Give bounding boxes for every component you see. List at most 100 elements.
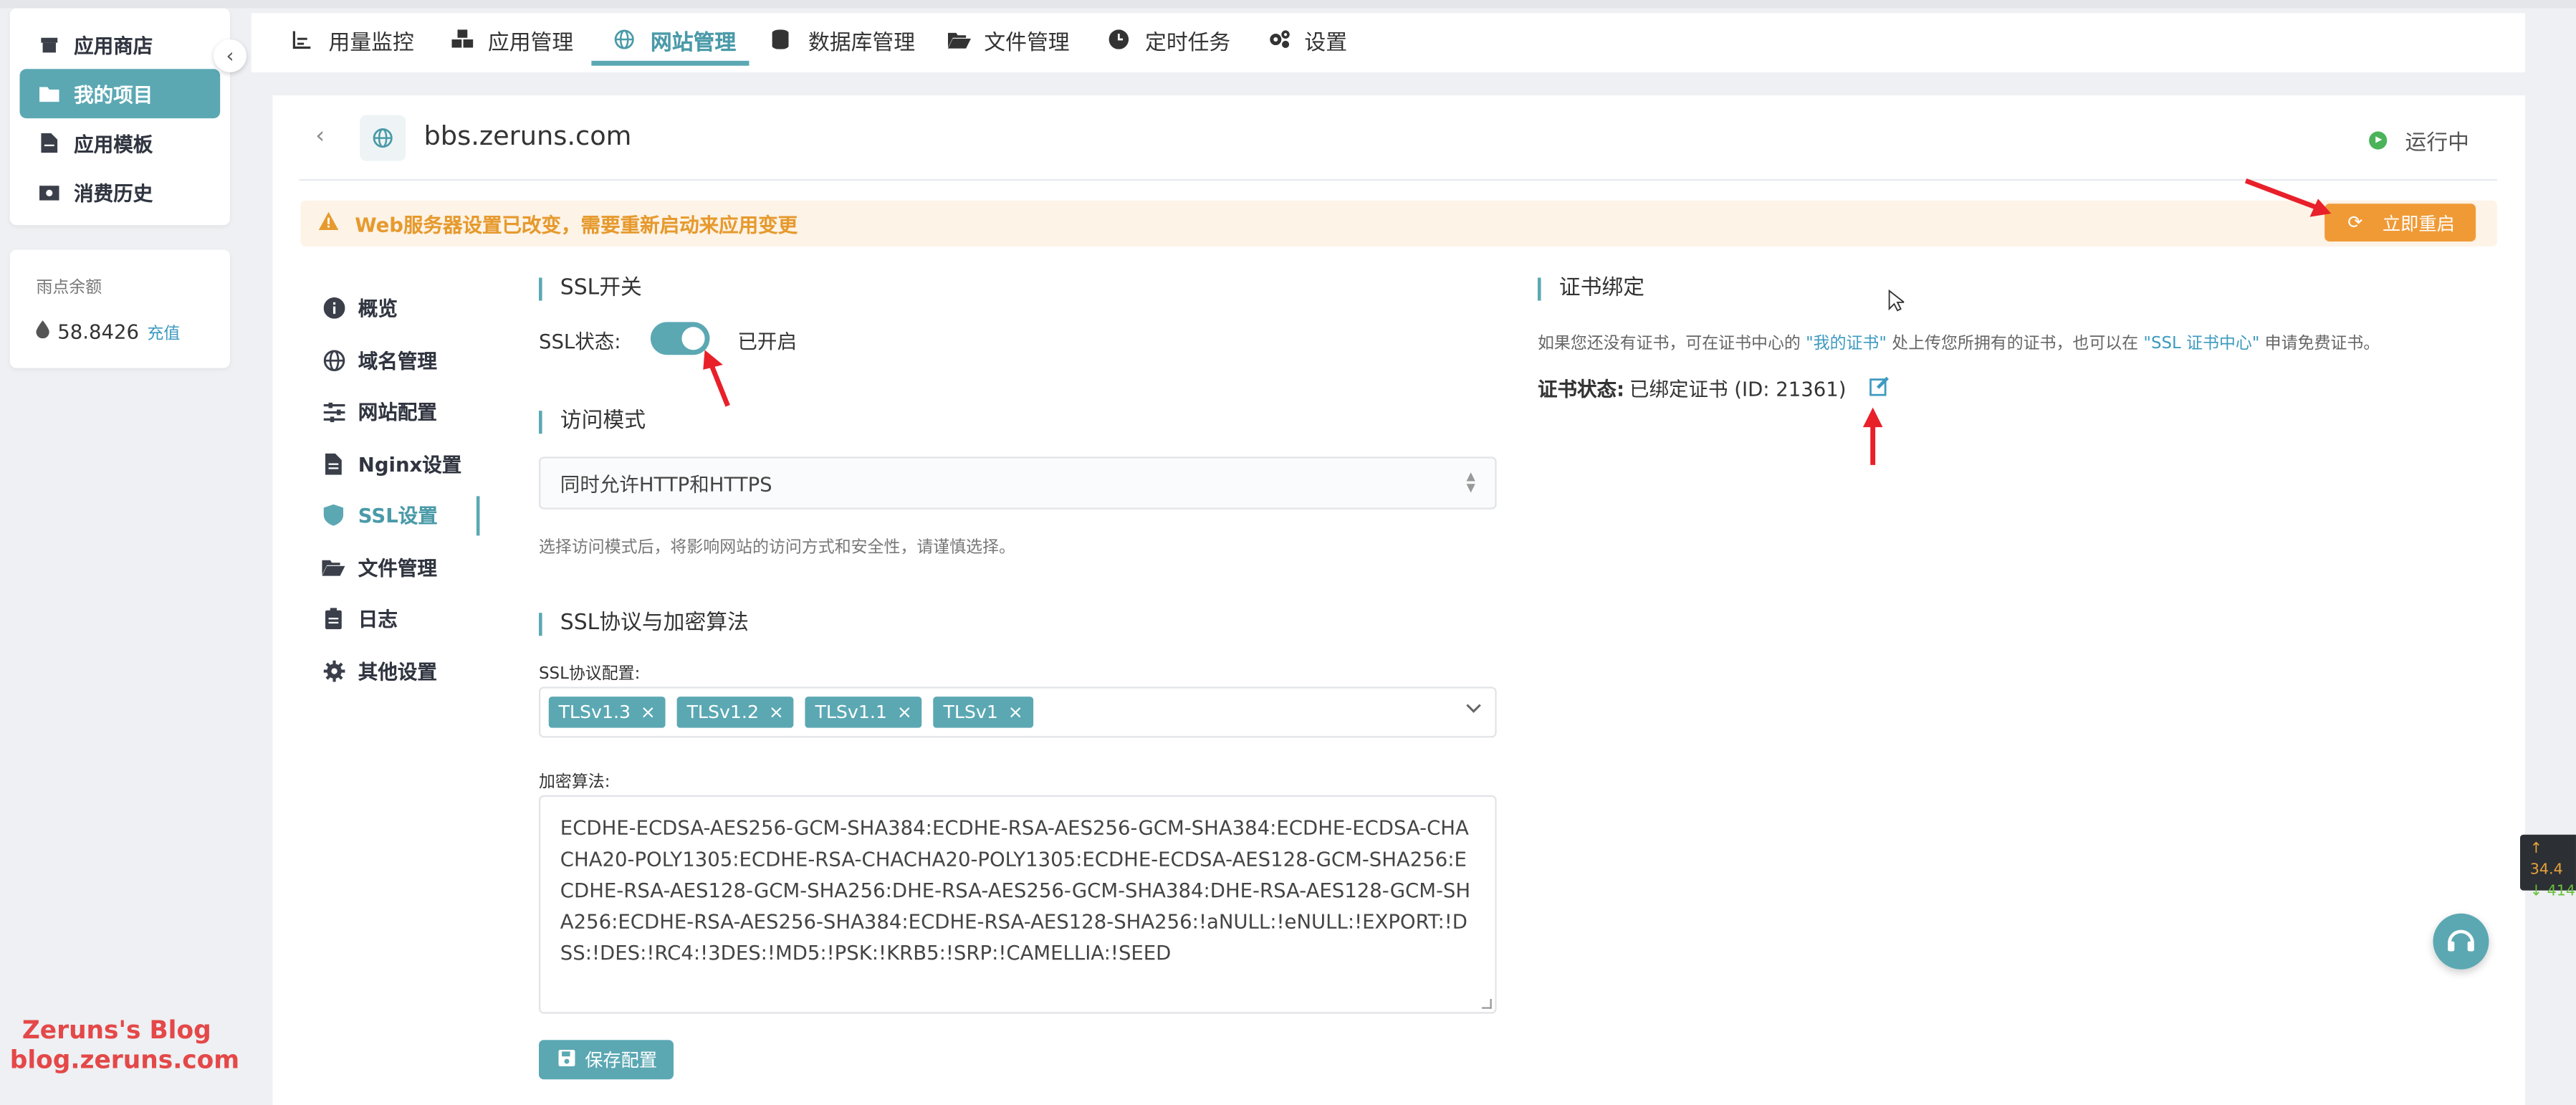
top-tab-bar: 用量监控 应用管理 网站管理 数据库管理 文件管理 定时任务 设置 [251, 13, 2525, 72]
protocol-tag: TLSv1.3 × [548, 697, 666, 728]
download-speed: ↓ 414 [2529, 884, 2576, 901]
protocol-tag-label: TLSv1 [943, 701, 998, 723]
remove-tag-icon[interactable]: × [897, 702, 912, 723]
resize-grip-icon[interactable] [1482, 998, 1492, 1009]
tab-website-management[interactable]: 网站管理 [614, 13, 736, 65]
tab-label: 用量监控 [328, 30, 414, 55]
chevron-down-icon [1465, 700, 1482, 718]
protocol-tag: TLSv1.1 × [805, 697, 922, 728]
tab-label: 文件管理 [984, 30, 1070, 55]
protocol-tag: TLSv1.2 × [676, 697, 794, 728]
sidebar-item-billing-history[interactable]: 消费历史 [20, 168, 221, 217]
save-button-label: 保存配置 [585, 1050, 658, 1071]
remove-tag-icon[interactable]: × [641, 702, 656, 723]
restart-alert: Web服务器设置已改变，需要重新启动来应用变更 [300, 200, 2497, 247]
menu-item-logs[interactable]: 日志 [322, 593, 479, 645]
menu-item-label: 网站配置 [358, 401, 437, 425]
sidebar-item-label: 我的项目 [74, 82, 153, 106]
cert-desc-text: 处上传您所拥有的证书，也可以在 [1886, 335, 2144, 353]
balance-value: 58.8426 [57, 319, 140, 343]
cipher-label: 加密算法: [539, 773, 611, 793]
protocol-tag-label: TLSv1.2 [686, 701, 760, 723]
sidebar-item-my-projects[interactable]: 我的项目 [19, 69, 221, 119]
menu-item-nginx[interactable]: Nginx设置 [322, 438, 479, 489]
menu-item-label: Nginx设置 [358, 453, 462, 477]
cert-description: 如果您还没有证书，可在证书中心的 "我的证书" 处上传您所拥有的证书，也可以在 … [1538, 329, 2380, 353]
header-divider [299, 178, 2497, 181]
remove-tag-icon[interactable]: × [769, 702, 784, 723]
folder-icon [38, 82, 61, 105]
tab-label: 数据库管理 [808, 30, 916, 55]
active-tab-indicator [591, 60, 750, 66]
restart-button-label: 立即重启 [2382, 212, 2455, 234]
status-badge: 运行中 [2369, 125, 2469, 156]
store-icon [38, 33, 61, 56]
tab-label: 网站管理 [650, 30, 737, 55]
ssl-status-value: 已开启 [737, 330, 797, 353]
tab-scheduled-tasks[interactable]: 定时任务 [1109, 13, 1230, 65]
ssl-status-label: SSL状态: [539, 330, 621, 353]
access-mode-value: 同时允许HTTP和HTTPS [560, 472, 772, 496]
access-mode-select[interactable]: 同时允许HTTP和HTTPS ▲ ▼ [539, 456, 1497, 510]
annotation-arrow-toggle [703, 350, 730, 407]
upload-speed: ↑ 34.4 [2529, 841, 2563, 879]
collapse-sidebar-button[interactable]: ‹ [214, 39, 246, 72]
sidebar-item-app-store[interactable]: 应用商店 [20, 20, 221, 70]
ssl-protocol-select[interactable]: TLSv1.3 × TLSv1.2 × TLSv1.1 × TLSv1 × [539, 687, 1497, 738]
menu-item-other-settings[interactable]: 其他设置 [322, 645, 479, 697]
cert-desc-text: 如果您还没有证书，可在证书中心的 [1537, 335, 1806, 353]
headset-icon [2448, 929, 2474, 952]
annotation-arrow-edit [1862, 407, 1883, 465]
save-icon [558, 1048, 575, 1071]
cert-desc-text: 申请免费证书。 [2259, 335, 2380, 353]
my-certs-link[interactable]: "我的证书" [1806, 335, 1887, 353]
globe-icon [614, 28, 637, 51]
menu-item-overview[interactable]: 概览 [322, 282, 479, 334]
tab-settings[interactable]: 设置 [1268, 13, 1347, 65]
edit-icon[interactable] [1869, 376, 1890, 401]
sliders-icon [322, 401, 345, 424]
menu-item-domains[interactable]: 域名管理 [322, 335, 479, 386]
file-icon [38, 131, 61, 154]
menu-item-files[interactable]: 文件管理 [322, 541, 479, 593]
site-globe-icon [360, 115, 406, 161]
sidebar-item-app-templates[interactable]: 应用模板 [20, 118, 221, 168]
file-text-icon [322, 452, 345, 475]
sidebar-item-label: 应用模板 [74, 132, 153, 156]
tab-usage-monitor[interactable]: 用量监控 [292, 13, 414, 65]
site-detail-panel: ‹ bbs.zeruns.com 运行中 Web服务器设置已改变，需要重新启动来… [272, 95, 2525, 1105]
tab-app-management[interactable]: 应用管理 [451, 13, 573, 65]
restart-now-button[interactable]: ⟳ 立即重启 [2324, 204, 2476, 242]
blog-watermark: Zeruns's Blog blog.zeruns.com [10, 1015, 239, 1075]
save-config-button[interactable]: 保存配置 [539, 1040, 674, 1080]
recharge-link[interactable]: 充值 [147, 319, 180, 343]
menu-item-site-config[interactable]: 网站配置 [322, 386, 479, 438]
menu-item-label: SSL设置 [358, 504, 438, 528]
tab-label: 应用管理 [487, 30, 574, 55]
refresh-icon: ⟳ [2347, 211, 2363, 234]
database-icon [772, 28, 795, 51]
protocol-tag-label: TLSv1.3 [558, 701, 631, 723]
tab-database-management[interactable]: 数据库管理 [772, 13, 916, 65]
ssl-protocol-title: SSL协议与加密算法 [539, 612, 749, 636]
top-edge [0, 0, 2576, 9]
site-name: bbs.zeruns.com [423, 120, 632, 151]
gears-icon [1268, 28, 1291, 51]
menu-item-ssl[interactable]: SSL设置 [322, 489, 480, 541]
site-settings-menu: 概览 域名管理 网站配置 Nginx设置 SSL设置 文件管理 日志 其他设置 [322, 282, 480, 697]
remove-tag-icon[interactable]: × [1008, 702, 1023, 723]
sidebar-item-label: 消费历史 [74, 181, 153, 205]
protocol-tag-label: TLSv1.1 [815, 701, 887, 723]
ssl-switch-title: SSL开关 [539, 277, 642, 301]
ssl-cert-center-link[interactable]: "SSL 证书中心" [2143, 335, 2259, 353]
sidebar-item-label: 应用商店 [74, 34, 153, 57]
money-icon [38, 181, 61, 204]
cipher-textarea[interactable]: ECDHE-ECDSA-AES256-GCM-SHA384:ECDHE-RSA-… [539, 795, 1497, 1014]
back-button[interactable]: ‹ [315, 123, 325, 150]
balance-card: 雨点余额 58.8426 充值 [9, 249, 230, 368]
info-icon [322, 297, 345, 320]
menu-item-label: 域名管理 [358, 349, 437, 373]
mouse-cursor-icon [1888, 289, 1905, 312]
tab-file-management[interactable]: 文件管理 [947, 13, 1070, 65]
support-chat-button[interactable] [2433, 913, 2489, 970]
